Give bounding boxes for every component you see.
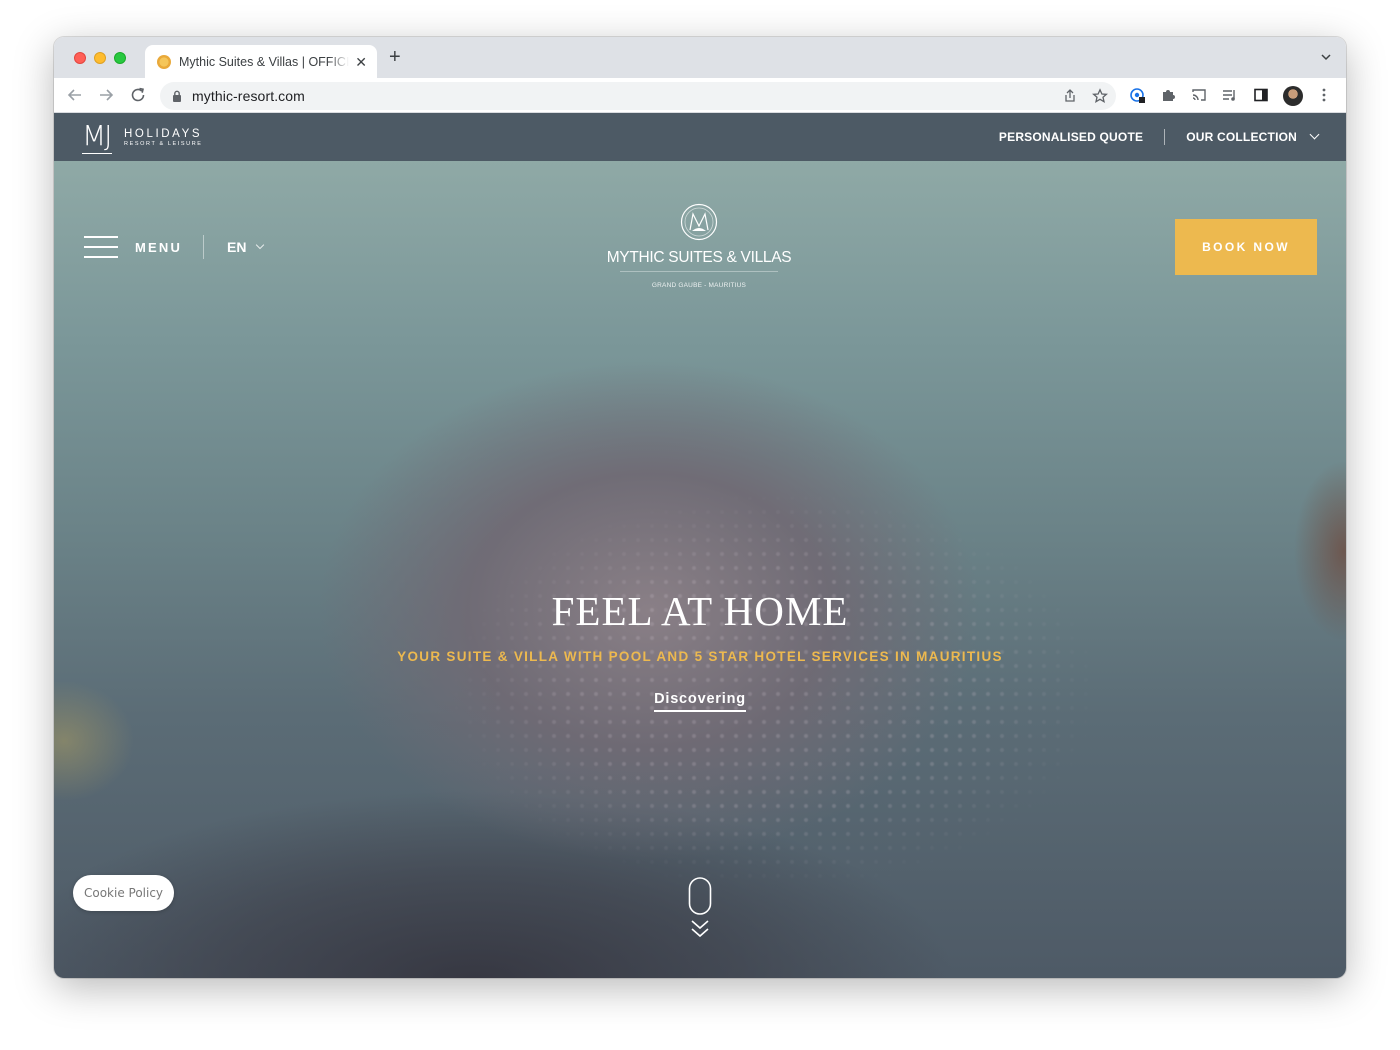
url-text[interactable]: mythic-resort.com bbox=[192, 88, 305, 104]
kebab-menu-icon[interactable] bbox=[1316, 87, 1332, 103]
scroll-mouse-icon[interactable] bbox=[688, 877, 712, 941]
hero-tagline: YOUR SUITE & VILLA WITH POOL AND 5 STAR … bbox=[397, 649, 1003, 664]
cast-icon[interactable] bbox=[1191, 87, 1207, 103]
logo-rule bbox=[620, 271, 778, 272]
menu-button[interactable]: MENU bbox=[84, 235, 182, 259]
header-divider bbox=[203, 235, 204, 259]
top-navigation: PERSONALISED QUOTE OUR COLLECTION bbox=[999, 113, 1320, 161]
puzzle-icon[interactable] bbox=[1160, 87, 1176, 103]
browser-window: Mythic Suites & Villas | OFFICIAL ✕ + my… bbox=[54, 37, 1346, 978]
browser-toolbar: mythic-resort.com bbox=[54, 78, 1346, 113]
menu-label[interactable]: MENU bbox=[135, 240, 182, 255]
our-collection-link[interactable]: OUR COLLECTION bbox=[1186, 130, 1297, 144]
sidepanel-icon[interactable] bbox=[1253, 87, 1269, 103]
favicon-icon bbox=[157, 54, 171, 69]
forward-icon[interactable] bbox=[97, 86, 115, 104]
site-top-bar: MJ HOLIDAYS RESORT & LEISURE PERSONALISE… bbox=[54, 113, 1346, 161]
hero-section: MENU EN MYTHIC SUITES & VILLAS GRAND GAU… bbox=[54, 161, 1346, 978]
website-viewport: MJ HOLIDAYS RESORT & LEISURE PERSONALISE… bbox=[54, 113, 1346, 978]
personalised-quote-link[interactable]: PERSONALISED QUOTE bbox=[999, 130, 1143, 144]
share-icon[interactable] bbox=[1062, 88, 1078, 104]
logo-underline bbox=[82, 153, 112, 154]
close-window-button[interactable] bbox=[74, 52, 86, 64]
back-icon[interactable] bbox=[66, 86, 84, 104]
logo-subline: RESORT & LEISURE bbox=[124, 141, 203, 147]
discover-container: Discovering bbox=[54, 690, 1346, 712]
media-icon[interactable] bbox=[1222, 87, 1238, 103]
reload-icon[interactable] bbox=[129, 86, 147, 104]
lock-icon[interactable] bbox=[172, 90, 182, 102]
zoom-window-button[interactable] bbox=[114, 52, 126, 64]
hero-headline: FEEL AT HOME bbox=[551, 588, 849, 634]
hotel-name: MYTHIC SUITES & VILLAS bbox=[606, 249, 792, 266]
profile-avatar[interactable] bbox=[1283, 86, 1303, 106]
address-bar[interactable]: mythic-resort.com bbox=[160, 82, 1116, 110]
logo-wordmark: HOLIDAYS bbox=[124, 128, 203, 140]
mj-logo-mark: MJ bbox=[82, 119, 112, 152]
language-label[interactable]: EN bbox=[227, 239, 246, 255]
cookie-policy-button[interactable]: Cookie Policy bbox=[73, 875, 174, 911]
mythic-suites-logo[interactable]: MYTHIC SUITES & VILLAS GRAND GAUBE - MAU… bbox=[604, 203, 794, 293]
mj-holidays-logo[interactable]: MJ HOLIDAYS RESORT & LEISURE bbox=[82, 119, 204, 155]
nav-divider bbox=[1164, 129, 1166, 145]
new-tab-button[interactable]: + bbox=[389, 47, 401, 67]
tab-strip: Mythic Suites & Villas | OFFICIAL ✕ + bbox=[54, 37, 1346, 78]
bookmark-star-icon[interactable] bbox=[1092, 88, 1108, 104]
tab-close-icon[interactable]: ✕ bbox=[355, 55, 367, 69]
book-now-button[interactable]: BOOK NOW bbox=[1175, 219, 1317, 275]
browser-tab-active[interactable]: Mythic Suites & Villas | OFFICIAL ✕ bbox=[145, 45, 377, 78]
tab-title: Mythic Suites & Villas | OFFICIAL bbox=[179, 54, 350, 69]
minimize-window-button[interactable] bbox=[94, 52, 106, 64]
language-chevron-icon[interactable] bbox=[256, 240, 265, 250]
hotel-location: GRAND GAUBE - MAURITIUS bbox=[651, 282, 747, 289]
tab-search-chevron-icon[interactable] bbox=[1320, 51, 1332, 63]
extension-icon[interactable] bbox=[1129, 87, 1145, 103]
discovering-link[interactable]: Discovering bbox=[654, 691, 746, 712]
mythic-emblem-icon bbox=[680, 203, 718, 241]
chevron-down-icon[interactable] bbox=[1309, 129, 1320, 140]
hamburger-icon[interactable] bbox=[84, 236, 118, 258]
language-selector[interactable]: EN bbox=[227, 239, 265, 255]
